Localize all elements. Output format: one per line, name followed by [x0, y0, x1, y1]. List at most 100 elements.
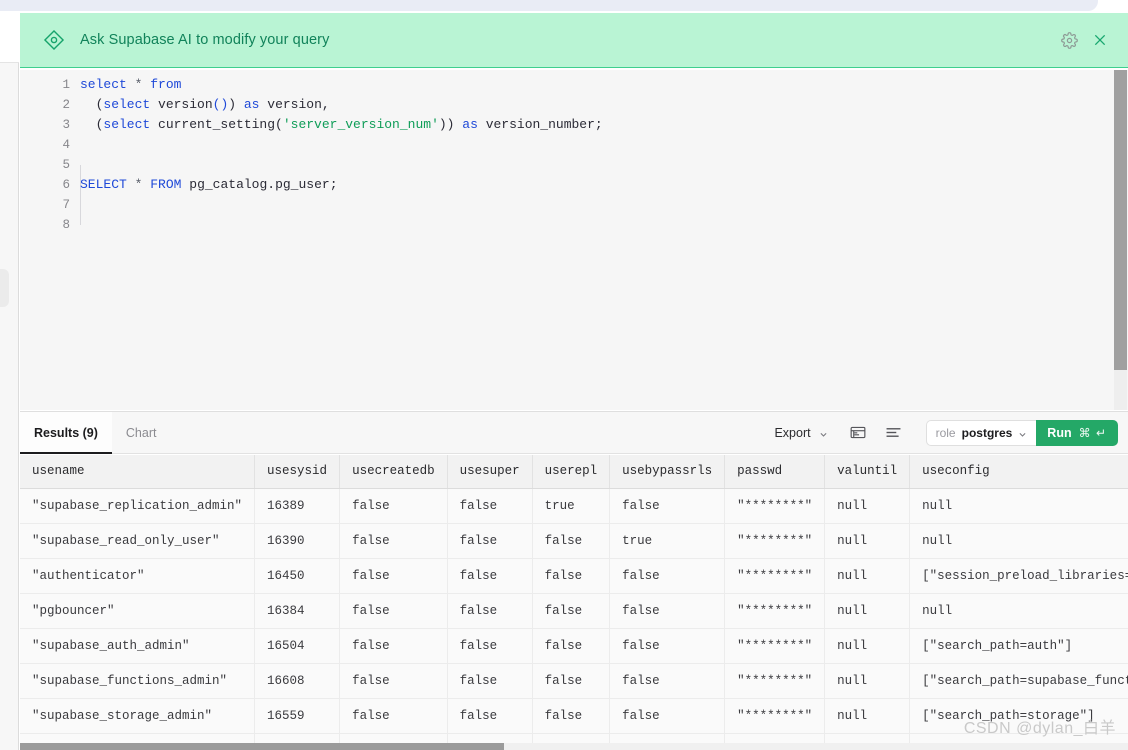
results-grid-cell[interactable]: null: [824, 663, 911, 699]
results-grid-hscrollbar-track[interactable]: [20, 743, 1128, 750]
results-grid-cell[interactable]: null: [824, 523, 911, 559]
results-grid-cell[interactable]: "pgbouncer": [20, 593, 256, 629]
results-grid-cell[interactable]: null: [824, 698, 911, 734]
results-grid-cell[interactable]: null: [824, 593, 911, 629]
results-grid-column-header[interactable]: passwd: [724, 455, 826, 489]
results-grid-cell[interactable]: ["search_path=auth"]: [909, 628, 1128, 664]
results-grid-cell[interactable]: "supabase_replication_admin": [20, 488, 256, 524]
results-grid-cell[interactable]: false: [339, 698, 448, 734]
results-grid-cell[interactable]: "********": [724, 488, 826, 524]
editor-code-area[interactable]: select * from (select version()) as vers…: [80, 70, 1118, 235]
results-grid-cell[interactable]: false: [609, 558, 726, 594]
results-grid-cell[interactable]: false: [532, 523, 611, 559]
results-grid-cell[interactable]: ["search_path=storage"]: [909, 698, 1128, 734]
results-grid-cell[interactable]: "********": [724, 523, 826, 559]
results-grid-cell[interactable]: false: [447, 488, 533, 524]
results-grid-cell[interactable]: 16608: [254, 663, 341, 699]
results-grid-cell[interactable]: "********": [724, 558, 826, 594]
list-view-icon[interactable]: [880, 420, 908, 446]
results-grid-cell[interactable]: 16389: [254, 488, 341, 524]
results-grid-cell[interactable]: 16450: [254, 558, 341, 594]
results-grid-cell[interactable]: "********": [724, 663, 826, 699]
results-grid-column-header[interactable]: userepl: [532, 455, 611, 489]
results-grid-cell[interactable]: false: [532, 628, 611, 664]
results-grid-cell[interactable]: "********": [724, 698, 826, 734]
results-grid-cell[interactable]: false: [447, 663, 533, 699]
results-grid-cell[interactable]: false: [339, 593, 448, 629]
results-grid-cell[interactable]: ["session_preload_libraries=supa: [909, 558, 1128, 594]
results-grid-row[interactable]: "supabase_functions_admin" 16608 false fals…: [20, 663, 1128, 699]
results-grid-cell[interactable]: false: [532, 698, 611, 734]
table-view-icon[interactable]: [844, 420, 872, 446]
results-grid-cell[interactable]: false: [609, 628, 726, 664]
results-grid-cell[interactable]: false: [532, 558, 611, 594]
results-grid-column-header[interactable]: usecreatedb: [339, 455, 448, 489]
results-grid-cell[interactable]: false: [609, 663, 726, 699]
gear-icon[interactable]: [1061, 31, 1078, 49]
run-query-button[interactable]: Run ⌘ ↵: [1036, 419, 1118, 446]
close-icon[interactable]: [1092, 32, 1108, 48]
editor-scrollbar-thumb[interactable]: [1114, 70, 1127, 370]
results-grid-cell[interactable]: false: [532, 593, 611, 629]
results-grid-row[interactable]: "authenticator" 16450 false false false false…: [20, 558, 1128, 594]
results-grid-column-header[interactable]: usename: [20, 455, 256, 489]
results-grid-container[interactable]: usename usesysid usecreatedb usesuper userep…: [20, 455, 1128, 750]
results-grid-cell[interactable]: 16384: [254, 593, 341, 629]
results-grid-cell[interactable]: false: [532, 663, 611, 699]
results-grid-cell[interactable]: null: [909, 523, 1128, 559]
run-button-shortcut: ⌘ ↵: [1078, 425, 1107, 440]
sql-code-editor[interactable]: 12345678 select * from (select version()…: [20, 70, 1128, 410]
export-button[interactable]: Export: [766, 421, 835, 445]
results-grid-column-header[interactable]: valuntil: [824, 455, 911, 489]
results-grid-cell[interactable]: "supabase_functions_admin": [20, 663, 256, 699]
results-grid-cell[interactable]: "supabase_auth_admin": [20, 628, 256, 664]
results-grid-cell[interactable]: "********": [724, 593, 826, 629]
tab-chart[interactable]: Chart: [112, 412, 171, 454]
results-grid-column-header[interactable]: usebypassrls: [609, 455, 726, 489]
panel-resize-handle[interactable]: [0, 269, 9, 307]
results-grid-cell[interactable]: false: [339, 558, 448, 594]
results-grid-cell[interactable]: false: [447, 628, 533, 664]
results-grid-cell[interactable]: ["search_path=supabase_function: [909, 663, 1128, 699]
results-grid-row[interactable]: "supabase_read_only_user" 16390 false false…: [20, 523, 1128, 559]
results-grid-cell[interactable]: null: [824, 488, 911, 524]
results-grid-column-header[interactable]: usesuper: [447, 455, 533, 489]
chevron-down-icon: [1018, 428, 1027, 437]
results-grid-cell[interactable]: false: [339, 663, 448, 699]
results-grid-cell[interactable]: false: [447, 698, 533, 734]
results-grid-cell[interactable]: false: [609, 488, 726, 524]
results-grid-cell[interactable]: false: [339, 523, 448, 559]
results-grid-row[interactable]: "supabase_replication_admin" 16389 false fa…: [20, 488, 1128, 524]
results-grid-cell[interactable]: null: [909, 593, 1128, 629]
results-grid-cell[interactable]: null: [909, 488, 1128, 524]
results-grid-cell[interactable]: null: [824, 558, 911, 594]
role-selector[interactable]: role postgres: [925, 419, 1037, 446]
results-grid-row[interactable]: "supabase_storage_admin" 16559 false false f…: [20, 698, 1128, 734]
results-grid-hscrollbar-thumb[interactable]: [20, 743, 504, 750]
results-grid-cell[interactable]: false: [339, 488, 448, 524]
left-rail-top-segment: [0, 11, 19, 63]
results-grid-cell[interactable]: true: [532, 488, 611, 524]
results-grid-cell[interactable]: false: [339, 628, 448, 664]
results-grid-cell[interactable]: 16559: [254, 698, 341, 734]
results-grid-cell[interactable]: "supabase_read_only_user": [20, 523, 256, 559]
tab-results[interactable]: Results (9): [20, 411, 112, 454]
results-grid-column-header[interactable]: usesysid: [254, 455, 341, 489]
results-grid-row[interactable]: "pgbouncer" 16384 false false false false "***…: [20, 593, 1128, 629]
results-grid-column-header[interactable]: useconfig: [909, 455, 1128, 489]
results-grid-cell[interactable]: false: [447, 523, 533, 559]
results-grid-cell[interactable]: true: [609, 523, 726, 559]
results-grid-cell[interactable]: 16390: [254, 523, 341, 559]
results-grid-cell[interactable]: false: [609, 698, 726, 734]
ask-ai-banner[interactable]: Ask Supabase AI to modify your query: [20, 13, 1128, 68]
results-grid-cell[interactable]: 16504: [254, 628, 341, 664]
results-grid-cell[interactable]: false: [447, 593, 533, 629]
results-grid-cell[interactable]: false: [609, 593, 726, 629]
results-grid-cell[interactable]: false: [447, 558, 533, 594]
results-grid-cell[interactable]: "********": [724, 628, 826, 664]
results-grid-row[interactable]: "supabase_auth_admin" 16504 false false fals…: [20, 628, 1128, 664]
results-grid-cell[interactable]: "authenticator": [20, 558, 256, 594]
results-grid-cell[interactable]: "supabase_storage_admin": [20, 698, 256, 734]
results-grid-cell[interactable]: null: [824, 628, 911, 664]
